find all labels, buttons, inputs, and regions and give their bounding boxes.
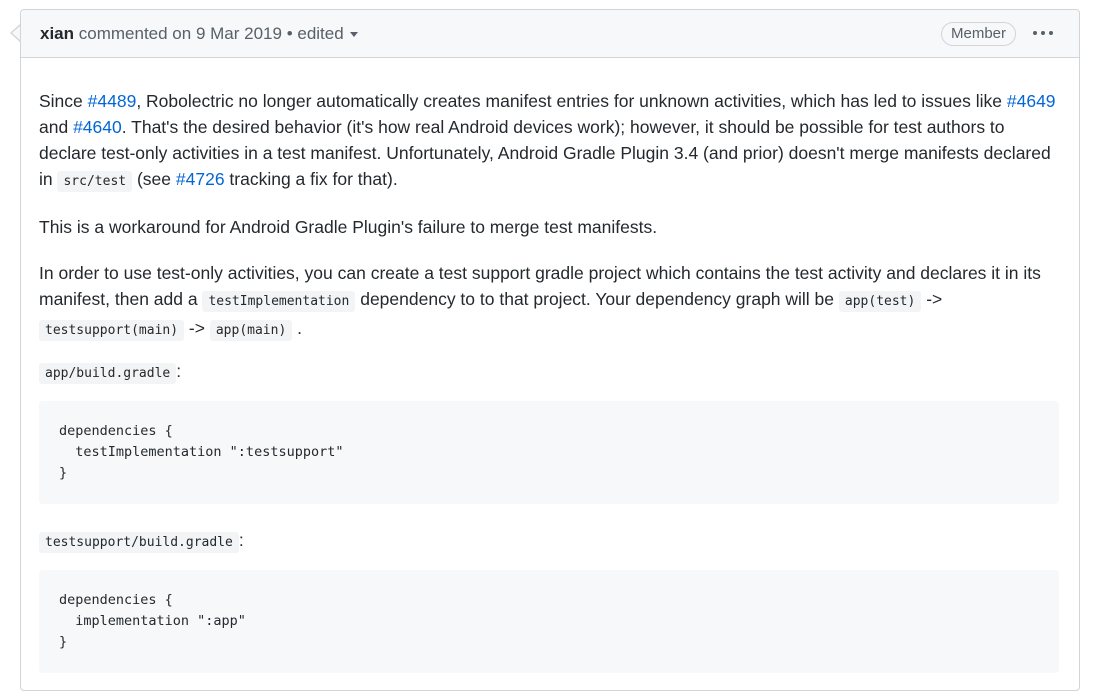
- more-options-icon[interactable]: [1025, 21, 1061, 45]
- comment-box: xian commented on 9 Mar 2019 • edited Me…: [20, 9, 1080, 691]
- edited-dropdown[interactable]: edited: [297, 24, 358, 43]
- issue-link-4489[interactable]: #4489: [88, 91, 137, 111]
- paragraph-usage: In order to use test-only activities, yo…: [39, 260, 1061, 344]
- inline-code-app-test: app(test): [838, 291, 922, 312]
- file-label-app-build: app/build.gradle:: [39, 358, 181, 387]
- author-link[interactable]: xian: [40, 24, 74, 43]
- caret-down-icon: [349, 32, 358, 37]
- issue-link-4726[interactable]: #4726: [176, 169, 225, 189]
- inline-code-app-main: app(main): [209, 320, 293, 341]
- comment-date-link[interactable]: 9 Mar 2019: [196, 24, 282, 43]
- issue-link-4649[interactable]: #4649: [1007, 91, 1056, 111]
- code-block-app-build: dependencies { testImplementation ":test…: [39, 401, 1059, 504]
- paragraph-workaround: This is a workaround for Android Gradle …: [39, 217, 658, 237]
- code-block-testsupport-build: dependencies { implementation ":app" }: [39, 570, 1059, 673]
- inline-code-testsupport-main: testsupport(main): [39, 320, 185, 341]
- issue-link-4640[interactable]: #4640: [73, 117, 122, 137]
- inline-code-testImplementation: testImplementation: [202, 291, 356, 312]
- member-badge: Member: [941, 22, 1017, 46]
- comment-header: xian commented on 9 Mar 2019 • edited Me…: [21, 10, 1079, 58]
- comment-meta: xian commented on 9 Mar 2019 • edited: [40, 24, 358, 44]
- inline-code-src-test: src/test: [57, 171, 133, 192]
- meta-separator: •: [286, 24, 293, 43]
- paragraph-intro: Since #4489, Robolectric no longer autom…: [39, 88, 1061, 195]
- edited-label: edited: [297, 24, 344, 43]
- comment-action: commented on: [78, 24, 192, 43]
- inline-code-app-build-gradle: app/build.gradle: [39, 363, 177, 384]
- file-label-testsupport-build: testsupport/build.gradle:: [39, 527, 244, 556]
- inline-code-testsupport-build-gradle: testsupport/build.gradle: [39, 532, 239, 553]
